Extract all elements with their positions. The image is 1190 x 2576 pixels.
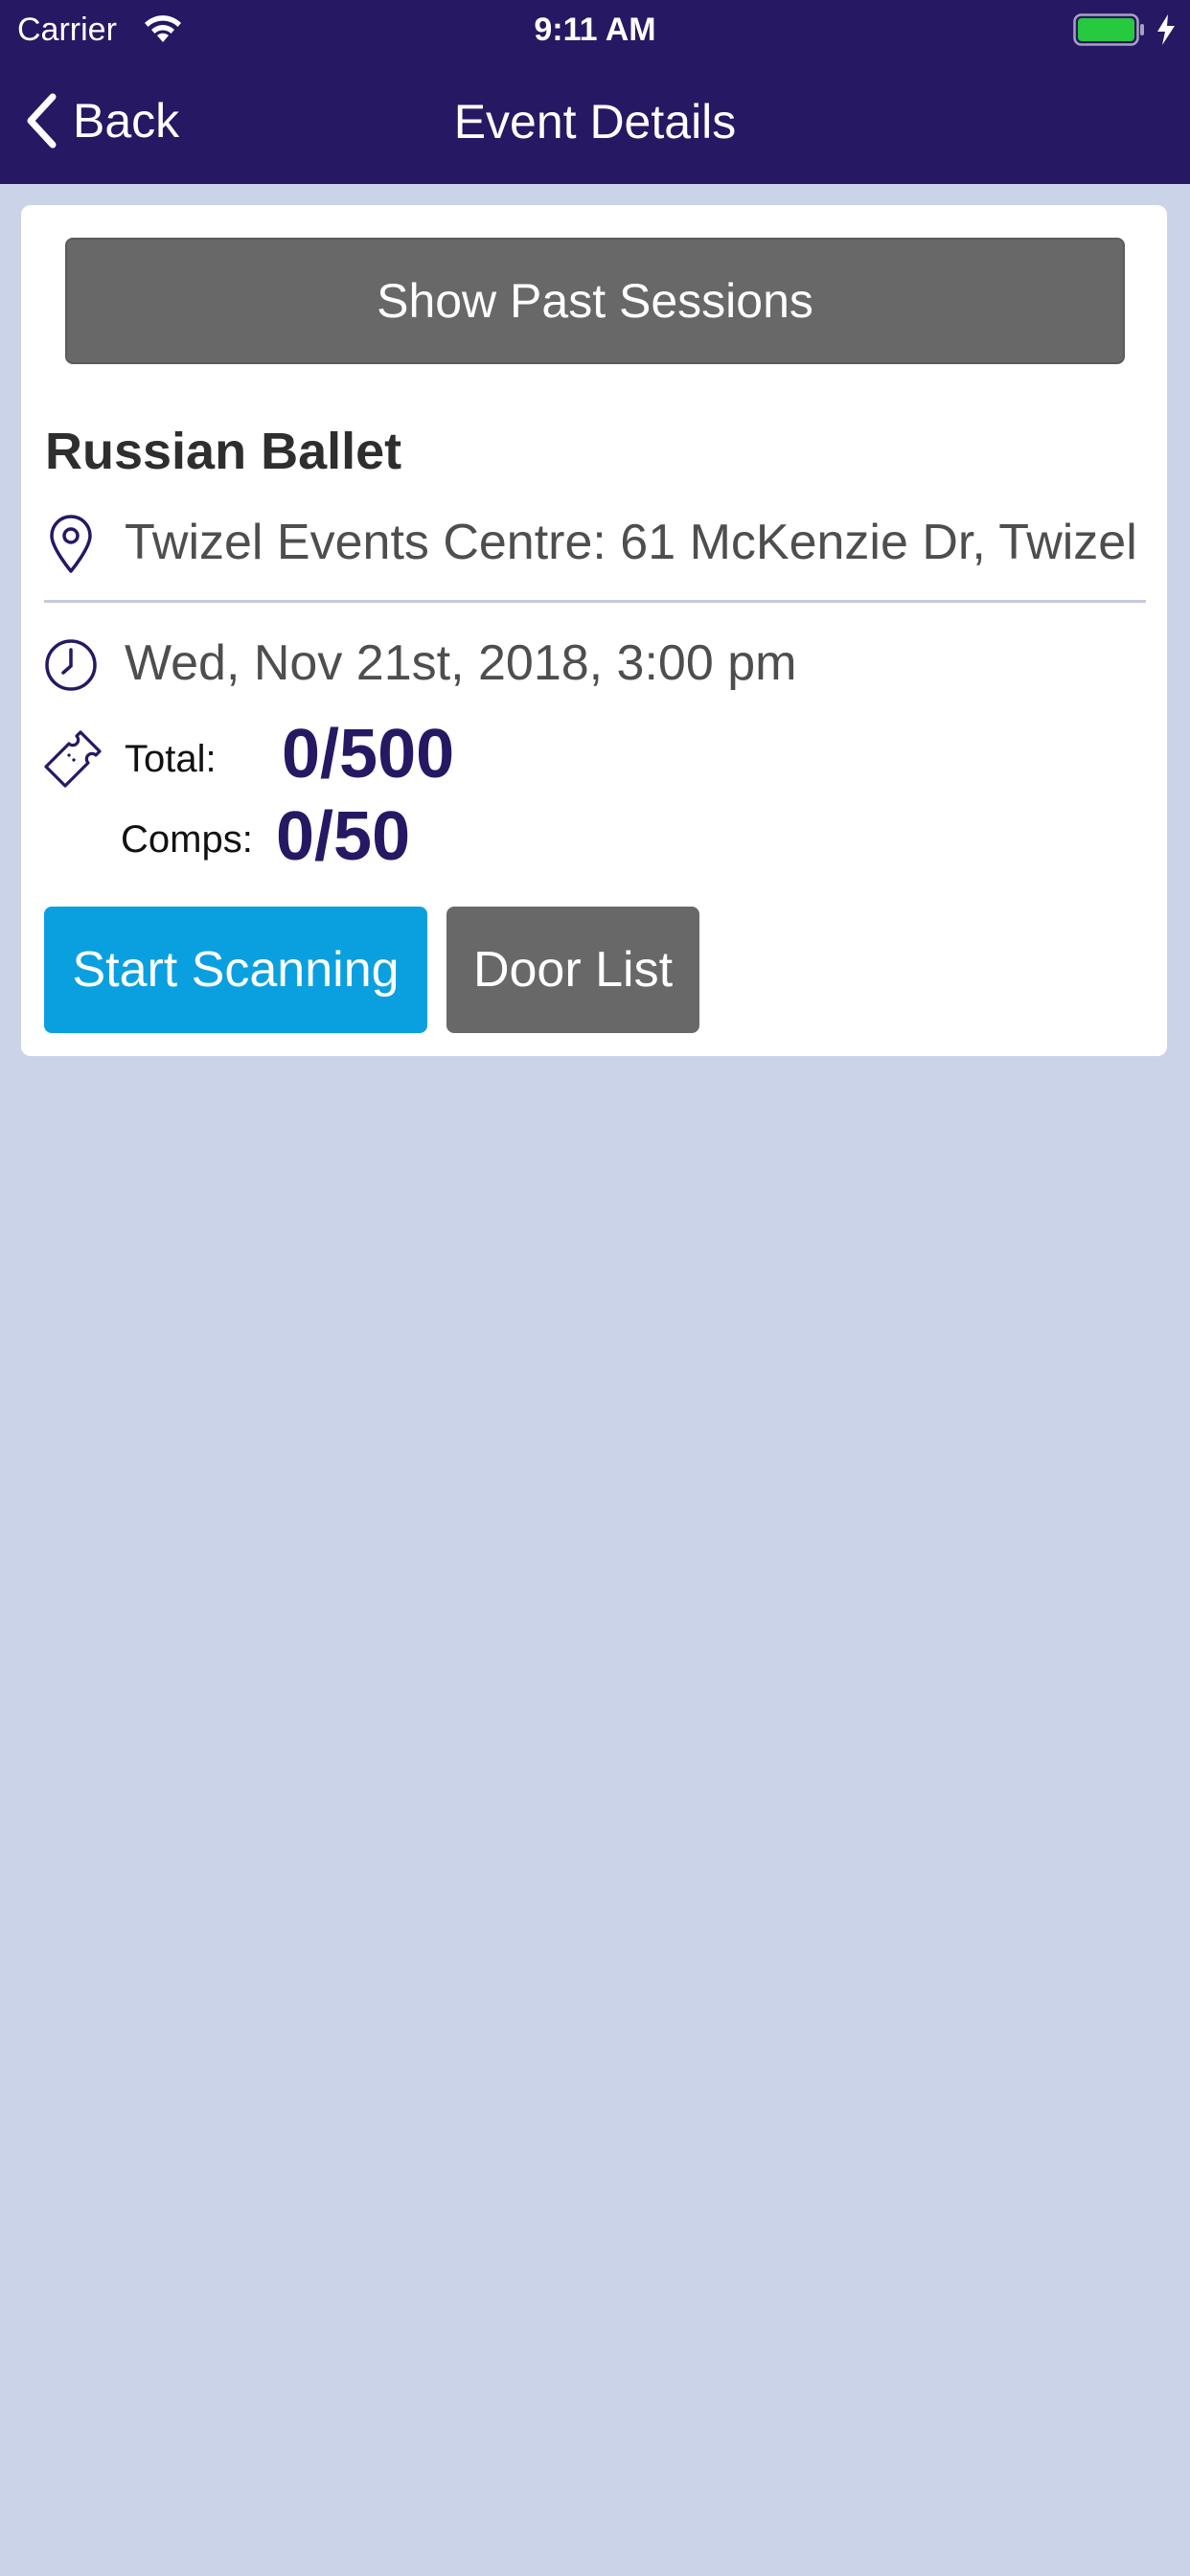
page-title: Event Details bbox=[453, 95, 737, 149]
status-time: 9:11 AM bbox=[534, 12, 656, 48]
status-bar: Carrier 9:11 AM bbox=[0, 0, 1190, 61]
show-past-sessions-button[interactable]: Show Past Sessions bbox=[65, 238, 1125, 364]
charging-bolt-icon bbox=[1156, 13, 1177, 51]
ticket-icon bbox=[42, 728, 103, 794]
event-datetime: Wed, Nov 21st, 2018, 3:00 pm bbox=[125, 635, 797, 691]
clock-icon bbox=[44, 638, 98, 697]
start-scanning-button[interactable]: Start Scanning bbox=[44, 907, 427, 1033]
event-title: Russian Ballet bbox=[45, 423, 402, 480]
event-card: Show Past Sessions Russian Ballet Twizel… bbox=[21, 205, 1167, 1056]
comps-label: Comps: bbox=[121, 818, 253, 861]
navigation-header: Carrier 9:11 AM Back Event Details bbox=[0, 0, 1190, 184]
battery-icon bbox=[1073, 13, 1146, 46]
total-count: 0/500 bbox=[282, 716, 455, 793]
divider bbox=[44, 600, 1146, 603]
total-label: Total: bbox=[125, 738, 217, 780]
map-pin-icon bbox=[48, 514, 94, 580]
comps-count: 0/50 bbox=[276, 798, 411, 875]
door-list-button[interactable]: Door List bbox=[446, 907, 699, 1033]
event-location: Twizel Events Centre: 61 McKenzie Dr, Tw… bbox=[125, 515, 1137, 570]
